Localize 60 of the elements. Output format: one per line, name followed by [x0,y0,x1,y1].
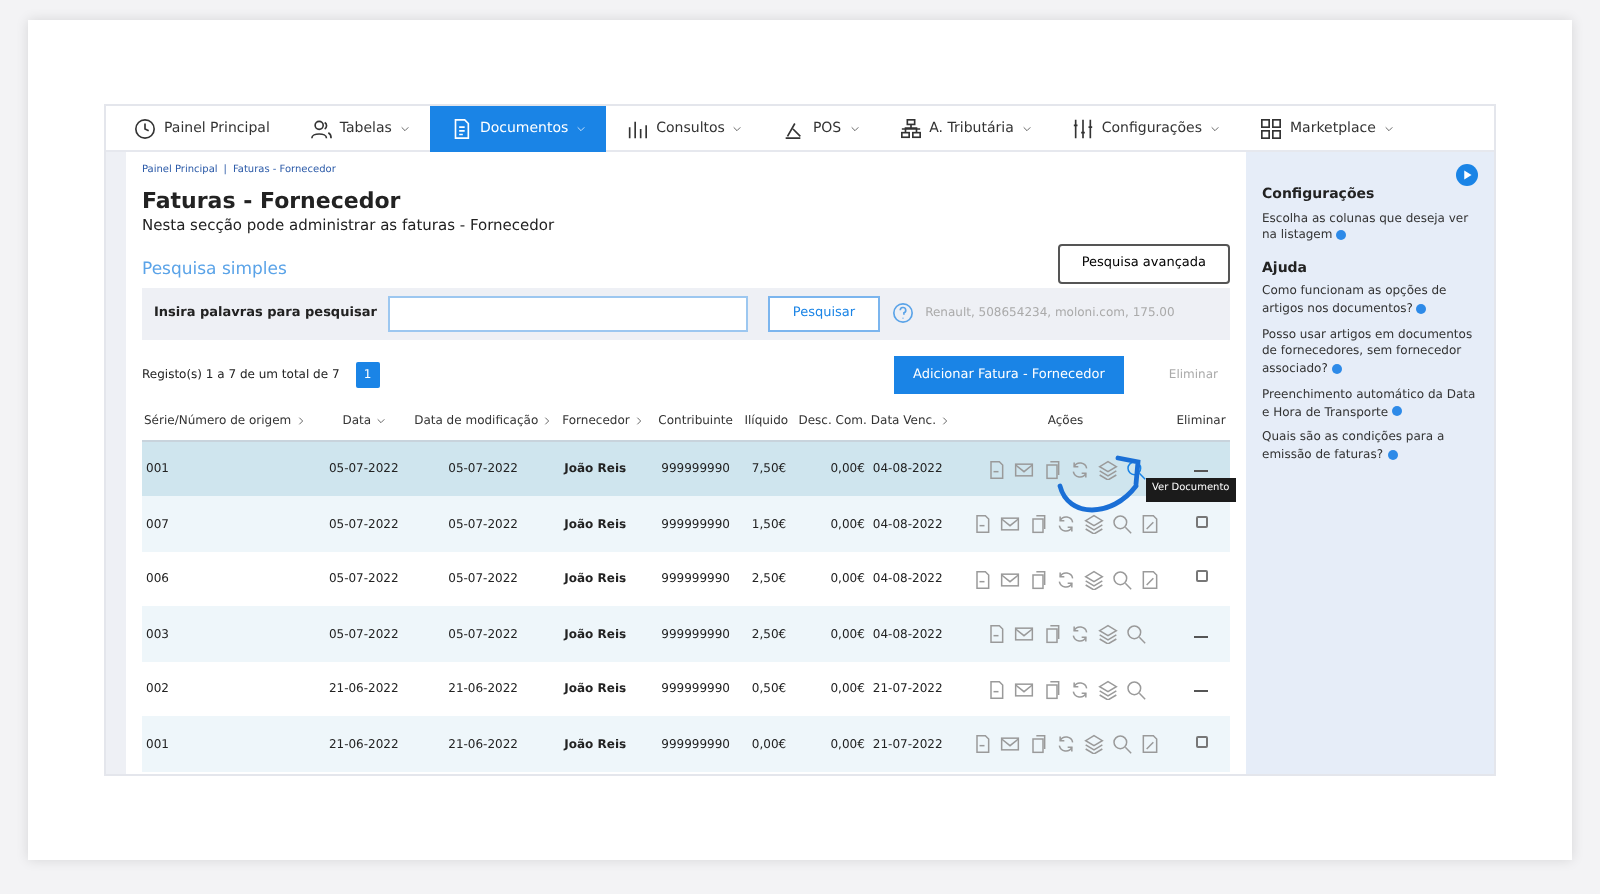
grid-icon [1260,118,1283,140]
bar-chart-icon [626,118,649,140]
layers-icon [1097,459,1118,480]
pdf-file-icon [985,624,1006,645]
refresh-icon [1055,569,1076,590]
envelope-icon [999,514,1020,535]
info-icon [1387,449,1398,460]
search-icon [1125,624,1146,645]
copy-icon [1027,734,1048,755]
layers-icon [1083,734,1104,755]
page-title: Faturas - Fornecedor [142,187,403,214]
people-icon [309,118,332,140]
envelope-icon [1013,679,1034,700]
refresh-icon [1069,624,1090,645]
copy-icon [1041,679,1062,700]
pdf-file-icon [971,734,992,755]
refresh-icon [1055,734,1076,755]
play-icon[interactable] [1456,164,1478,186]
compass-icon [782,118,805,140]
row-checkbox[interactable] [1195,570,1208,583]
copy-icon [1027,569,1048,590]
info-icon [1416,303,1427,314]
envelope-icon [1013,624,1034,645]
edit-document-icon [1139,569,1160,590]
pdf-file-icon [971,569,992,590]
row-checkbox[interactable] [1195,735,1208,748]
pdf-file-icon [971,514,992,535]
edit-document-icon [1139,514,1160,535]
section-heading: Pesquisa simples [142,257,287,284]
search-icon [1111,734,1132,755]
refresh-icon [1055,514,1076,535]
row-checkbox[interactable] [1195,515,1208,528]
search-icon [1125,459,1146,480]
refresh-icon [1069,679,1090,700]
info-icon [1392,406,1403,417]
layers-icon [1097,624,1118,645]
pdf-file-icon [985,459,1006,480]
envelope-icon [1013,459,1034,480]
refresh-icon [1069,459,1090,480]
envelope-icon [999,734,1020,755]
layers-icon [1097,679,1118,700]
search-icon [1125,679,1146,700]
info-icon [1331,363,1342,374]
hierarchy-icon [899,118,922,140]
clock-icon [134,118,156,140]
sliders-icon [1071,118,1094,140]
edit-document-icon [1139,734,1160,755]
layers-icon [1083,569,1104,590]
copy-icon [1041,459,1062,480]
copy-icon [1027,514,1048,535]
copy-icon [1041,624,1062,645]
info-icon [1336,230,1347,241]
envelope-icon [999,569,1020,590]
search-field[interactable] [388,295,749,332]
search-icon [1111,514,1132,535]
search-icon [1111,569,1132,590]
pdf-file-icon [985,679,1006,700]
document-icon [449,118,472,140]
layers-icon [1083,514,1104,535]
help-icon [891,302,914,325]
